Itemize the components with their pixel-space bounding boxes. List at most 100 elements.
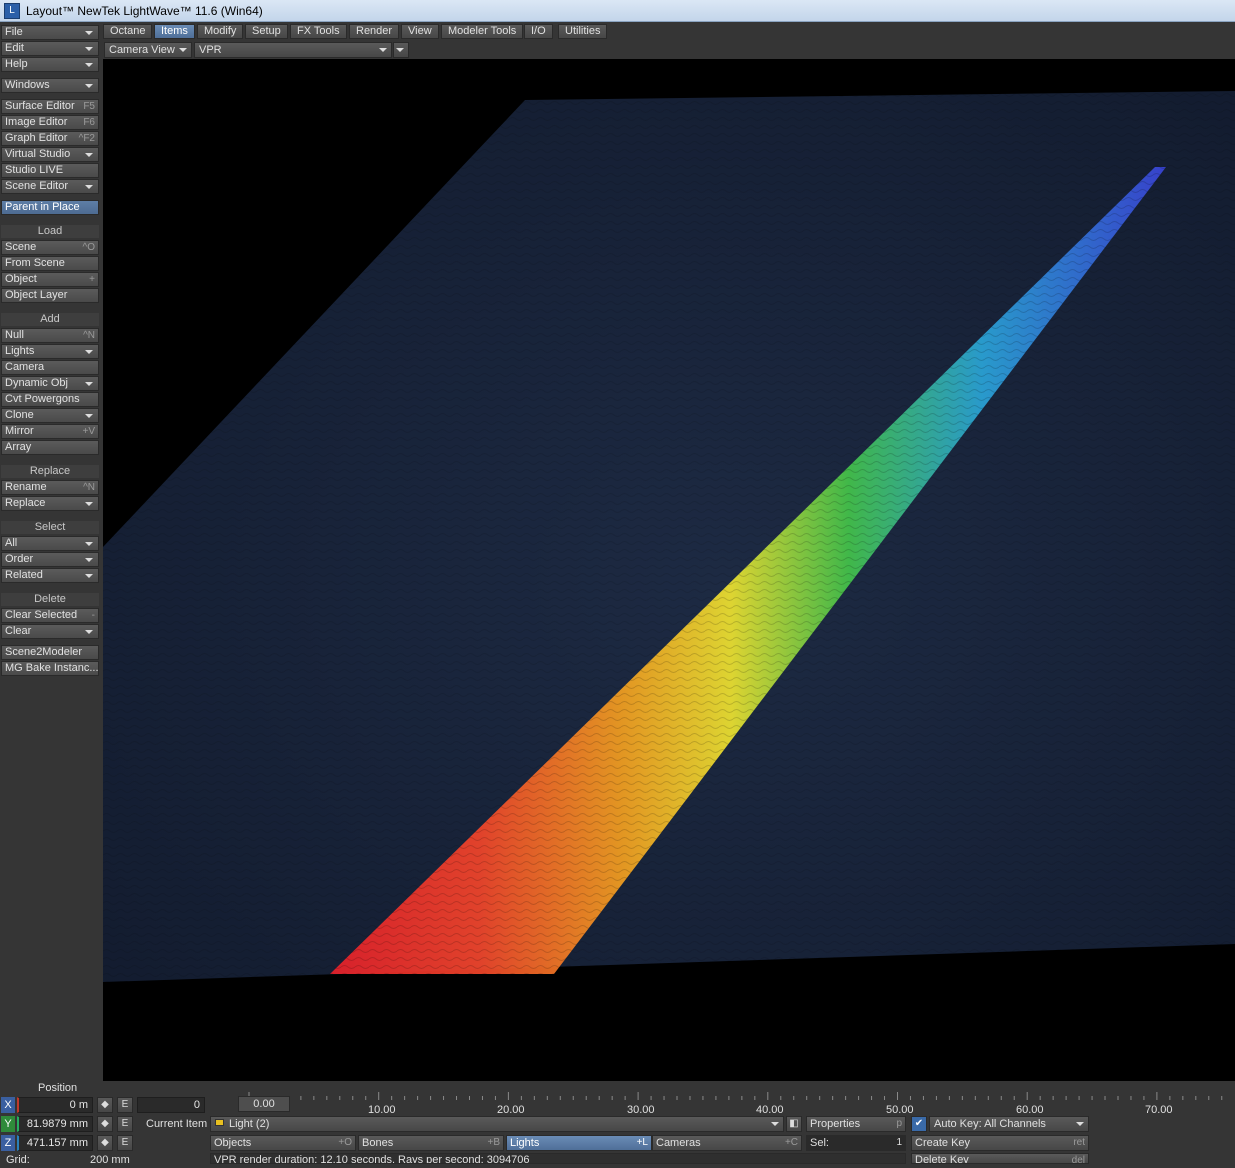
z-position-field[interactable]: 471.157 mm (17, 1135, 93, 1151)
load-from-scene-button[interactable]: From Scene (1, 256, 99, 271)
tab-io[interactable]: I/O (524, 24, 553, 39)
select-order-menu[interactable]: Order (1, 552, 99, 567)
z-spinner-icon[interactable]: ◆ (97, 1135, 113, 1151)
scene2modeler-button[interactable]: Scene2Modeler (1, 645, 99, 660)
tab-view[interactable]: View (401, 24, 439, 39)
bones-button[interactable]: Bones +B (358, 1135, 504, 1151)
current-item-label: Current Item (146, 1118, 208, 1130)
view-type-dropdown[interactable]: Camera View (104, 42, 192, 58)
cameras-button[interactable]: Cameras +C (652, 1135, 802, 1151)
chevron-down-icon (1076, 1122, 1084, 1126)
windows-menu[interactable]: Windows (1, 78, 99, 93)
lights-button[interactable]: Lights +L (506, 1135, 652, 1151)
grid-value[interactable]: 200 mm (90, 1152, 130, 1168)
timeline-slider[interactable]: 0.00 (238, 1096, 290, 1112)
tick-label-50: 50.00 (886, 1104, 914, 1116)
chevron-down-icon (85, 47, 93, 51)
auto-key-dropdown[interactable]: Auto Key: All Channels (929, 1116, 1089, 1132)
delete-header: Delete (1, 593, 99, 606)
graph-editor-button[interactable]: Graph Editor ^F2 (1, 131, 99, 146)
parent-in-place-toggle[interactable]: Parent in Place (1, 200, 99, 215)
current-item-dropdown[interactable]: Light (2) (210, 1116, 784, 1132)
select-all-menu[interactable]: All (1, 536, 99, 551)
viewport-header: Camera View VPR (103, 41, 1235, 59)
help-menu[interactable]: Help (1, 57, 99, 72)
image-editor-button[interactable]: Image Editor F6 (1, 115, 99, 130)
clone-menu[interactable]: Clone (1, 408, 99, 423)
load-object-layer-button[interactable]: Object Layer (1, 288, 99, 303)
add-null-button[interactable]: Null ^N (1, 328, 99, 343)
light-icon (215, 1119, 224, 1126)
y-axis-toggle[interactable]: Y (1, 1116, 15, 1132)
status-bar: VPR render duration: 12.10 seconds. Rays… (210, 1153, 906, 1164)
add-camera-button[interactable]: Camera (1, 360, 99, 375)
camera-viewport[interactable] (103, 59, 1235, 1081)
position-label: Position (38, 1082, 78, 1094)
item-panel-icon[interactable]: ◧ (786, 1116, 802, 1132)
clear-selected-button[interactable]: Clear Selected - (1, 608, 99, 623)
dynamic-obj-menu[interactable]: Dynamic Obj (1, 376, 99, 391)
tick-label-40: 40.00 (756, 1104, 784, 1116)
replace-header: Replace (1, 465, 99, 478)
tab-render[interactable]: Render (349, 24, 400, 39)
y-position-field[interactable]: 81.9879 mm (17, 1116, 93, 1132)
scene-editor-menu[interactable]: Scene Editor (1, 179, 99, 194)
x-position-field[interactable]: 0 m (17, 1097, 93, 1113)
cvt-powergons-button[interactable]: Cvt Powergons (1, 392, 99, 407)
objects-button[interactable]: Objects +O (210, 1135, 356, 1151)
chevron-down-icon (85, 414, 93, 418)
array-button[interactable]: Array (1, 440, 99, 455)
studio-live-button[interactable]: Studio LIVE (1, 163, 99, 178)
edit-menu[interactable]: Edit (1, 41, 99, 56)
chevron-down-icon (771, 1122, 779, 1126)
left-toolbar: File Edit Help Windows Surface Editor F5 … (0, 22, 102, 1164)
surface-editor-button[interactable]: Surface Editor F5 (1, 99, 99, 114)
auto-key-checkbox[interactable]: ✔ (911, 1116, 927, 1132)
rename-button[interactable]: Rename ^N (1, 480, 99, 495)
window-title: Layout™ NewTek LightWave™ 11.6 (Win64) (26, 4, 263, 18)
x-spinner-icon[interactable]: ◆ (97, 1097, 113, 1113)
replace-menu[interactable]: Replace (1, 496, 99, 511)
tab-setup[interactable]: Setup (245, 24, 288, 39)
x-axis-toggle[interactable]: X (1, 1097, 15, 1113)
chevron-down-icon (85, 63, 93, 67)
tick-label-60: 60.00 (1016, 1104, 1044, 1116)
tab-bar: Octane Items Modify Setup FX Tools Rende… (103, 23, 1235, 40)
tab-modify[interactable]: Modify (197, 24, 244, 39)
tick-label-30: 30.00 (627, 1104, 655, 1116)
chevron-down-icon (85, 630, 93, 634)
properties-button[interactable]: Properties p (806, 1116, 906, 1132)
app-icon: L (4, 3, 20, 19)
delete-key-button[interactable]: Delete Key del (911, 1153, 1089, 1164)
load-scene-button[interactable]: Scene ^O (1, 240, 99, 255)
select-related-menu[interactable]: Related (1, 568, 99, 583)
tab-modeler-tools[interactable]: Modeler Tools (441, 24, 524, 39)
timeline-track[interactable] (209, 1088, 1235, 1114)
chevron-down-icon (85, 84, 93, 88)
tick-label-20: 20.00 (497, 1104, 525, 1116)
render-mode-dropdown[interactable]: VPR (194, 42, 392, 58)
y-spinner-icon[interactable]: ◆ (97, 1116, 113, 1132)
virtual-studio-menu[interactable]: Virtual Studio (1, 147, 99, 162)
load-object-button[interactable]: Object + (1, 272, 99, 287)
add-lights-menu[interactable]: Lights (1, 344, 99, 359)
tab-items[interactable]: Items (154, 24, 195, 39)
tab-octane[interactable]: Octane (103, 24, 153, 39)
z-envelope-button[interactable]: E (117, 1135, 133, 1151)
tab-fx-tools[interactable]: FX Tools (290, 24, 347, 39)
mg-bake-instances-button[interactable]: MG Bake Instanc... (1, 661, 99, 676)
chevron-down-icon (85, 185, 93, 189)
file-menu[interactable]: File (1, 25, 99, 40)
mirror-button[interactable]: Mirror +V (1, 424, 99, 439)
viewport-options-dropdown[interactable] (393, 42, 409, 58)
x-envelope-button[interactable]: E (117, 1097, 133, 1113)
current-frame-field[interactable]: 0 (137, 1097, 205, 1113)
timeline-start-label: 0.00 (253, 1098, 275, 1110)
clear-menu[interactable]: Clear (1, 624, 99, 639)
create-key-button[interactable]: Create Key ret (911, 1135, 1089, 1151)
chevron-down-icon (179, 48, 187, 52)
y-envelope-button[interactable]: E (117, 1116, 133, 1132)
chevron-down-icon (85, 542, 93, 546)
tab-utilities[interactable]: Utilities (558, 24, 608, 39)
z-axis-toggle[interactable]: Z (1, 1135, 15, 1151)
